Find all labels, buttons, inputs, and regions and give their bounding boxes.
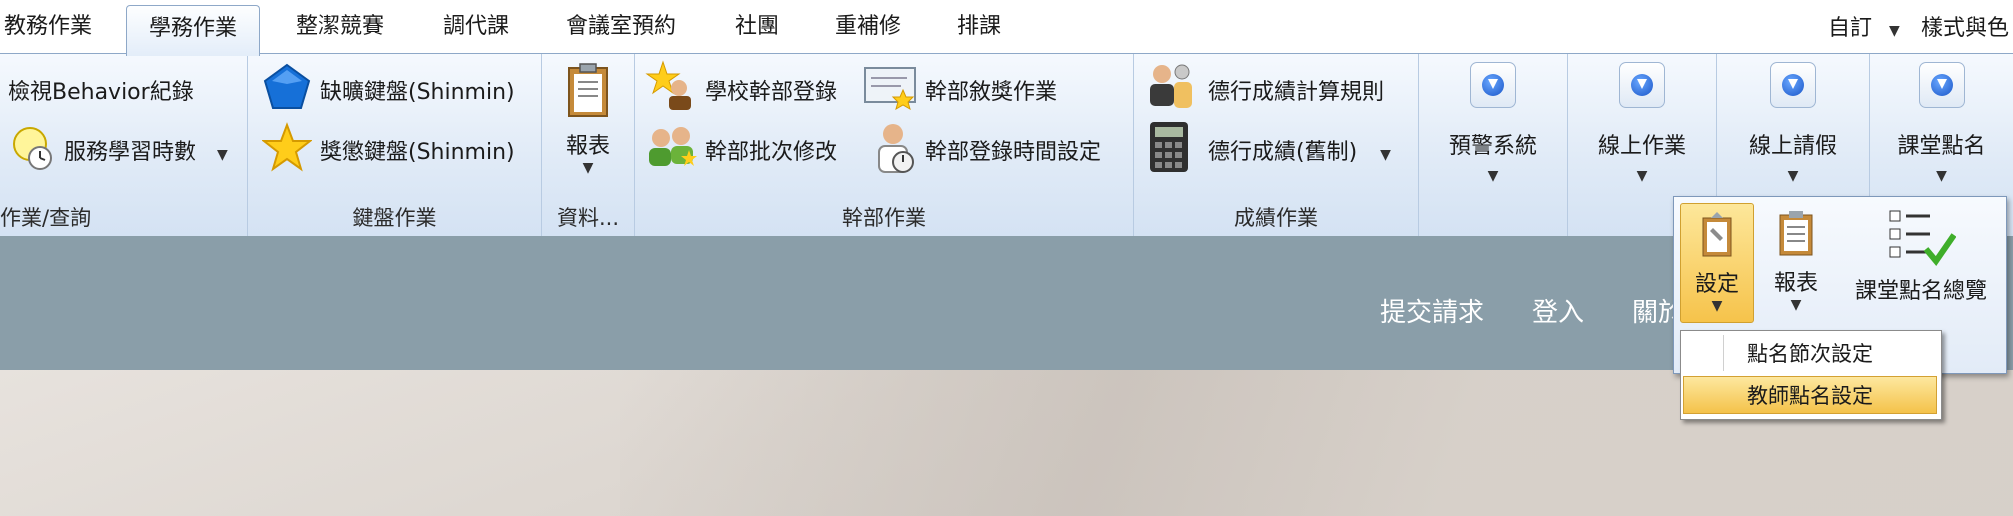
ribbon-tab-bar: 教務作業 學務作業 整潔競賽 調代課 會議室預約 社團 重補修 排課 自訂 ▼ …	[0, 0, 2013, 56]
conduct-score-old-button[interactable]: 德行成績(舊制) ▼	[1208, 134, 1391, 166]
online-work-label: 線上作業	[1597, 134, 1686, 159]
chevron-down-icon: ▼	[217, 147, 228, 163]
chevron-down-icon: ▼	[582, 160, 594, 176]
popup-report-label: 報表	[1773, 271, 1818, 296]
group-label-score: 成績作業	[1234, 206, 1318, 230]
conduct-score-old-label: 德行成績(舊制)	[1208, 140, 1358, 165]
style-menu[interactable]: 樣式與色	[1921, 0, 2009, 53]
group-label-data: 資料...	[556, 206, 620, 230]
blue-arrow-icon	[1770, 62, 1816, 108]
calculator-icon	[1148, 120, 1190, 178]
ribbon-group-keyboard: 缺曠鍵盤(Shinmin) 獎懲鍵盤(Shinmin) 鍵盤作業	[248, 54, 542, 236]
cadre-register-time-button[interactable]: 幹部登錄時間設定	[925, 134, 1101, 166]
tab-meeting-room[interactable]: 會議室預約	[566, 0, 676, 53]
pentagon-icon	[262, 62, 312, 116]
chevron-down-icon: ▼	[1487, 168, 1499, 184]
group-label-cadre: 幹部作業	[842, 206, 926, 230]
warning-system-label: 預警系統	[1448, 134, 1537, 159]
ribbon-group-cadre: 學校幹部登錄 幹部敘獎作業 幹部批次修改 幹部登錄時間設定 幹部作業	[635, 54, 1134, 236]
roll-call-overview-button[interactable]: 課堂點名總覽	[1842, 203, 2000, 321]
teacher-roll-call-setting-menu-item[interactable]: 教師點名設定	[1683, 376, 1937, 414]
customize-menu[interactable]: 自訂 ▼	[1828, 0, 1900, 53]
certificate-icon	[863, 64, 917, 114]
online-work-button[interactable]: 線上作業 ▼	[1568, 62, 1716, 184]
online-leave-button[interactable]: 線上請假 ▼	[1717, 62, 1869, 184]
blue-arrow-icon	[1470, 62, 1516, 108]
roll-call-button[interactable]: 課堂點名 ▼	[1870, 62, 2013, 184]
ribbon-group-warning: 預警系統 ▼	[1419, 54, 1568, 236]
clipboard-icon	[542, 62, 634, 124]
cadre-batch-edit-button[interactable]: 幹部批次修改	[705, 134, 837, 166]
wrench-clipboard-icon	[1681, 210, 1753, 264]
popup-report-button[interactable]: 報表 ▼	[1760, 203, 1832, 321]
ribbon-group-query: 檢視Behavior紀錄 服務學習時數 ▼ 作業/查詢	[0, 54, 248, 236]
chevron-down-icon: ▼	[1787, 168, 1799, 184]
chevron-down-icon: ▼	[1889, 23, 1900, 39]
online-leave-label: 線上請假	[1748, 134, 1837, 159]
lightbulb-clock-icon	[8, 124, 56, 176]
tab-retake[interactable]: 重補修	[835, 0, 901, 53]
group-label-query: 作業/查詢	[0, 206, 92, 230]
submit-request-link[interactable]: 提交請求	[1380, 292, 1484, 329]
settings-button[interactable]: 設定 ▼	[1680, 203, 1754, 323]
roll-call-overview-label: 課堂點名總覽	[1854, 279, 1987, 304]
roll-call-label: 課堂點名	[1897, 134, 1986, 159]
settings-submenu: 點名節次設定 教師點名設定	[1680, 330, 1942, 420]
blue-arrow-icon	[1619, 62, 1665, 108]
tab-substitute[interactable]: 調代課	[443, 0, 509, 53]
conduct-score-rule-button[interactable]: 德行成績計算規則	[1208, 74, 1384, 106]
ribbon-group-data: 報表 ▼ 資料...	[542, 54, 635, 236]
cadre-group-icon	[645, 124, 699, 174]
star-icon	[261, 122, 313, 176]
cadre-clock-person-icon	[871, 122, 917, 180]
service-learning-hours-button[interactable]: 服務學習時數 ▼	[64, 134, 228, 166]
customize-label: 自訂	[1828, 16, 1873, 41]
report-button[interactable]: 報表 ▼	[542, 62, 634, 176]
blue-arrow-icon	[1918, 62, 1965, 108]
people-gear-icon	[1146, 60, 1196, 116]
warning-system-button[interactable]: 預警系統 ▼	[1419, 62, 1567, 184]
checklist-icon	[1842, 207, 2000, 273]
chevron-down-icon: ▼	[1711, 298, 1723, 314]
tab-cleanliness[interactable]: 整潔競賽	[296, 0, 384, 53]
report-label: 報表	[565, 134, 610, 159]
chevron-down-icon: ▼	[1380, 147, 1391, 163]
tab-clubs[interactable]: 社團	[735, 0, 779, 53]
clipboard-icon	[1760, 209, 1832, 263]
view-behavior-record[interactable]: 檢視Behavior紀錄	[8, 74, 194, 106]
absence-keyboard-button[interactable]: 缺曠鍵盤(Shinmin)	[320, 74, 515, 106]
login-link[interactable]: 登入	[1532, 292, 1584, 329]
chevron-down-icon: ▼	[1790, 297, 1802, 313]
reward-keyboard-button[interactable]: 獎懲鍵盤(Shinmin)	[320, 134, 515, 166]
cadre-star-person-icon	[645, 60, 699, 118]
school-cadre-register-button[interactable]: 學校幹部登錄	[705, 74, 837, 106]
period-setting-menu-item[interactable]: 點名節次設定	[1683, 335, 1937, 373]
cadre-award-button[interactable]: 幹部敘獎作業	[925, 74, 1057, 106]
chevron-down-icon: ▼	[1636, 168, 1648, 184]
service-learning-hours-label: 服務學習時數	[64, 140, 197, 165]
chevron-down-icon: ▼	[1936, 168, 1947, 184]
ribbon-group-score: 德行成績計算規則 德行成績(舊制) ▼ 成績作業	[1134, 54, 1419, 236]
group-label-keyboard: 鍵盤作業	[352, 206, 437, 230]
settings-label: 設定	[1694, 272, 1739, 297]
tab-academic[interactable]: 教務作業	[4, 0, 92, 53]
tab-scheduling[interactable]: 排課	[957, 0, 1001, 53]
tab-student-affairs[interactable]: 學務作業	[126, 5, 261, 56]
